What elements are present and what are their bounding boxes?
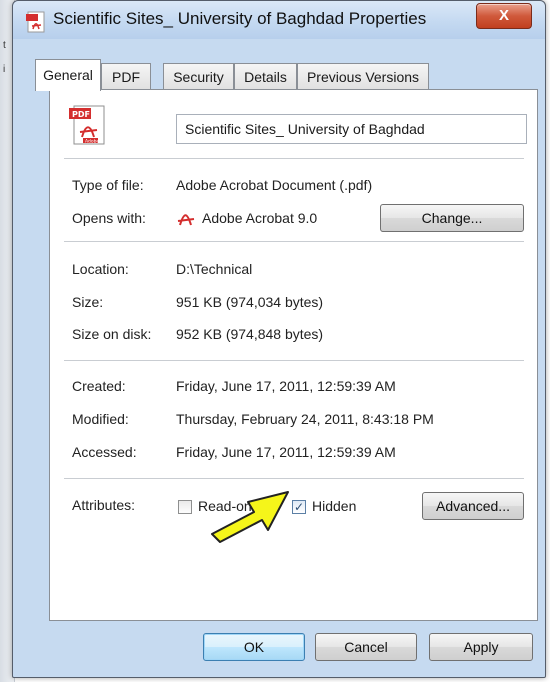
type-label: Type of file: [72, 177, 144, 193]
advanced-button[interactable]: Advanced... [422, 492, 524, 520]
general-tab-panel: PDF Adobe Scientific Sites_ University o… [49, 89, 538, 621]
pdf-badge-text: PDF [72, 110, 90, 119]
title-bar[interactable]: Scientific Sites_ University of Baghdad … [13, 1, 545, 39]
ok-button[interactable]: OK [203, 633, 305, 661]
change-button[interactable]: Change... [380, 204, 524, 232]
divider [64, 360, 524, 361]
window-title: Scientific Sites_ University of Baghdad … [53, 9, 427, 28]
size-on-disk-label: Size on disk: [72, 326, 152, 342]
tab-pdf[interactable]: PDF [101, 63, 151, 89]
divider [64, 478, 524, 479]
accessed-label: Accessed: [72, 444, 137, 460]
pdf-file-icon [25, 11, 47, 38]
size-label: Size: [72, 294, 104, 310]
location-value: D:\Technical [176, 261, 253, 277]
adobe-caption: Adobe [85, 139, 99, 145]
size-value: 951 KB (974,034 bytes) [176, 294, 324, 310]
edge-glyph: t [3, 40, 6, 51]
opens-with-label: Opens with: [72, 210, 146, 226]
filename-field[interactable]: Scientific Sites_ University of Baghdad [176, 114, 527, 144]
checkmark-icon: ✓ [293, 500, 305, 514]
divider [64, 241, 524, 242]
size-on-disk-value: 952 KB (974,848 bytes) [176, 326, 324, 342]
location-label: Location: [72, 261, 129, 277]
close-icon: X [498, 7, 509, 24]
edge-glyph: i [3, 64, 6, 75]
opens-with-value: Adobe Acrobat 9.0 [202, 210, 318, 226]
annotation-arrow-icon [210, 488, 294, 557]
divider [64, 158, 524, 159]
created-value: Friday, June 17, 2011, 12:59:39 AM [176, 378, 396, 394]
apply-button[interactable]: Apply [429, 633, 533, 661]
properties-dialog: Scientific Sites_ University of Baghdad … [12, 0, 546, 678]
close-button[interactable]: X [476, 3, 532, 29]
tab-general[interactable]: General [35, 59, 101, 91]
tab-details[interactable]: Details [234, 63, 297, 89]
tab-security[interactable]: Security [163, 63, 234, 89]
acrobat-icon [176, 208, 196, 233]
type-value: Adobe Acrobat Document (.pdf) [176, 177, 373, 193]
attributes-label: Attributes: [72, 497, 136, 513]
cancel-button[interactable]: Cancel [315, 633, 417, 661]
pdf-document-icon: PDF Adobe [66, 104, 110, 148]
created-label: Created: [72, 378, 126, 394]
tab-previous-versions[interactable]: Previous Versions [297, 63, 429, 89]
readonly-checkbox[interactable] [178, 500, 192, 514]
modified-value: Thursday, February 24, 2011, 8:43:18 PM [176, 411, 434, 427]
modified-label: Modified: [72, 411, 129, 427]
hidden-checkbox[interactable]: ✓ [292, 500, 306, 514]
accessed-value: Friday, June 17, 2011, 12:59:39 AM [176, 444, 396, 460]
hidden-label[interactable]: Hidden [312, 498, 356, 514]
